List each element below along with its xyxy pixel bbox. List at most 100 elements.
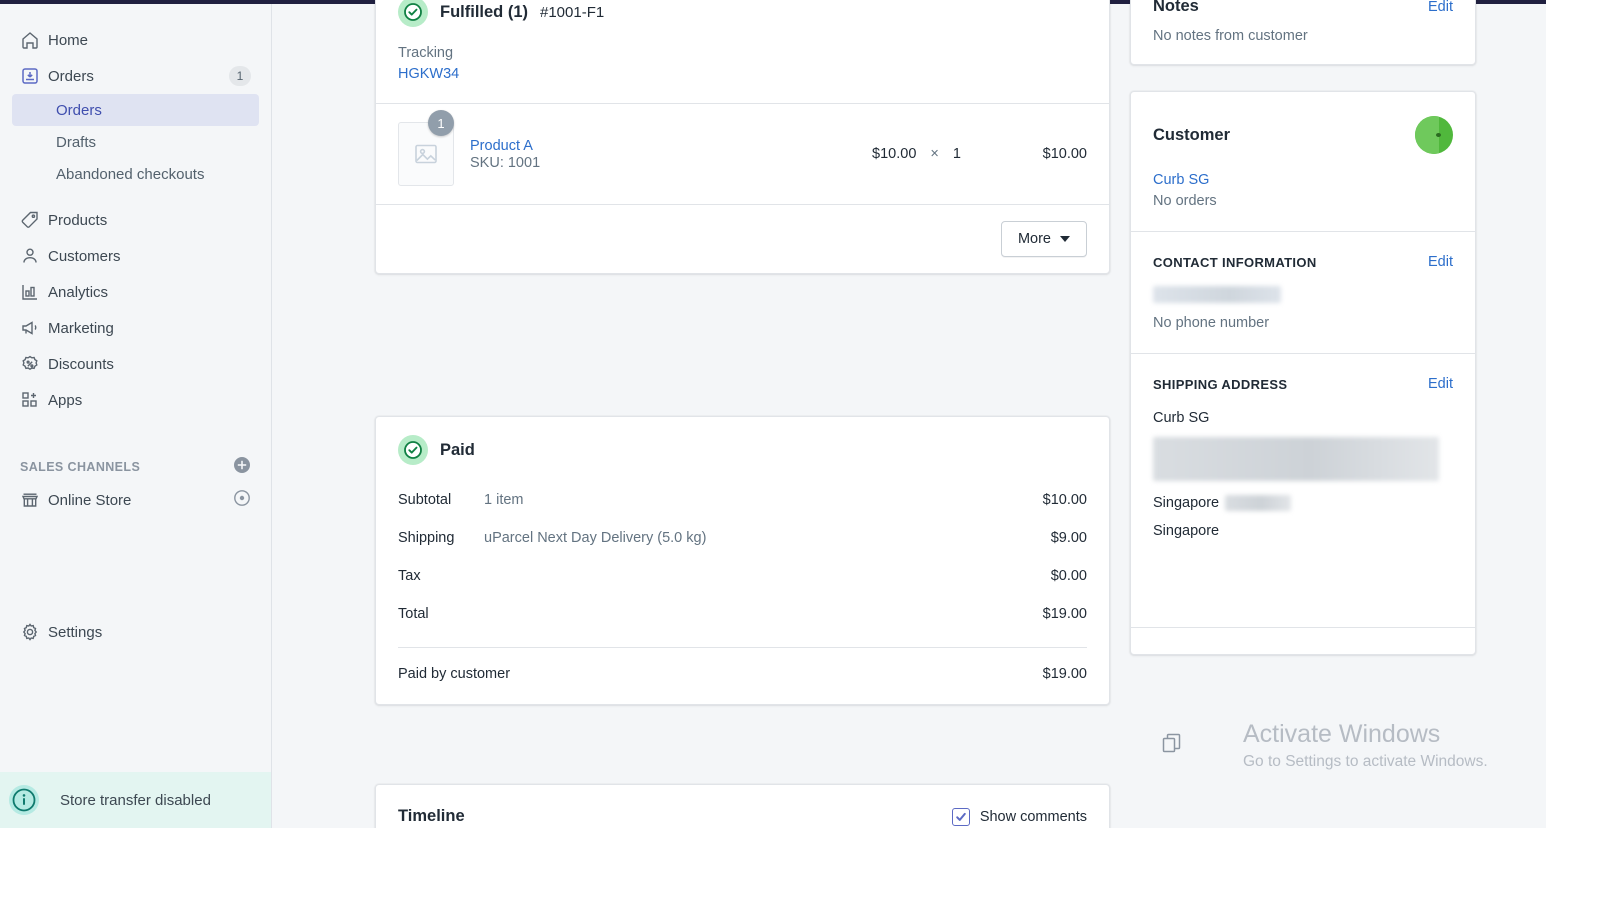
- notes-edit-link[interactable]: Edit: [1428, 0, 1453, 15]
- checkmark-icon: [952, 808, 970, 826]
- totals-value: $10.00: [1043, 492, 1087, 508]
- totals-key: Subtotal: [398, 492, 484, 508]
- shipping-country: Singapore: [1153, 517, 1453, 545]
- subnav-label: Abandoned checkouts: [56, 166, 204, 183]
- home-icon: [20, 29, 48, 51]
- timeline-card: Timeline Show comments: [375, 784, 1110, 828]
- sidebar-item-apps[interactable]: Apps: [12, 382, 259, 418]
- plus-circle-icon[interactable]: [233, 456, 251, 479]
- line-item-info: Product A SKU: 1001: [470, 137, 745, 171]
- sidebar-item-orders-abandoned-checkouts[interactable]: Abandoned checkouts: [12, 158, 259, 190]
- sidebar-item-discounts[interactable]: Discounts: [12, 346, 259, 382]
- notes-title: Notes: [1153, 0, 1428, 16]
- customer-orders-text: No orders: [1153, 193, 1217, 209]
- totals-detail: uParcel Next Day Delivery (5.0 kg): [484, 530, 1051, 546]
- totals-value: $0.00: [1051, 568, 1087, 584]
- subnav-label: Drafts: [56, 134, 96, 151]
- shipping-city-line: Singapore: [1153, 489, 1453, 517]
- totals-value: $19.00: [1043, 606, 1087, 622]
- shipping-edit-link[interactable]: Edit: [1428, 376, 1453, 392]
- totals-value: $9.00: [1051, 530, 1087, 546]
- more-button[interactable]: More: [1001, 221, 1087, 257]
- customer-phone-text: No phone number: [1153, 315, 1269, 331]
- sales-channels-label: SALES CHANNELS: [20, 460, 233, 474]
- sidebar-item-analytics[interactable]: Analytics: [12, 274, 259, 310]
- sidebar-item-home[interactable]: Home: [12, 22, 259, 58]
- customer-email-redacted: [1153, 286, 1281, 303]
- discounts-percent-icon: [20, 353, 48, 375]
- store-transfer-banner[interactable]: Store transfer disabled: [0, 772, 271, 828]
- sidebar-item-settings[interactable]: Settings: [12, 614, 259, 650]
- paid-by-label: Paid by customer: [398, 666, 1043, 682]
- payment-card: Paid Subtotal 1 item $10.00 Shipping uPa…: [375, 416, 1110, 705]
- payment-title: Paid: [440, 441, 475, 460]
- sidebar-item-marketing[interactable]: Marketing: [12, 310, 259, 346]
- shipping-address-heading: SHIPPING ADDRESS: [1153, 377, 1428, 392]
- multiply-symbol: ×: [930, 146, 938, 162]
- line-item-quantity: 1: [953, 146, 961, 162]
- info-circle-icon: [8, 784, 40, 816]
- browser-viewport: Home Orders 1 Orders Drafts Abandoned ch…: [0, 0, 1546, 828]
- contact-information-heading: CONTACT INFORMATION: [1153, 255, 1428, 270]
- fulfillment-title: Fulfilled (1): [440, 3, 528, 22]
- totals-row: Subtotal 1 item $10.00: [398, 481, 1087, 519]
- sidebar-item-label: Home: [48, 32, 251, 49]
- sidebar-item-label: Analytics: [48, 284, 251, 301]
- more-button-label: More: [1018, 231, 1051, 247]
- sidebar-item-label: Products: [48, 212, 251, 229]
- totals-key: Tax: [398, 568, 484, 584]
- products-tag-icon: [20, 209, 48, 231]
- analytics-bars-icon: [20, 281, 48, 303]
- sidebar-item-orders-orders[interactable]: Orders: [12, 94, 259, 126]
- apps-grid-plus-icon: [20, 389, 48, 411]
- fulfillment-status-row: Fulfilled (1) #1001-F1: [398, 0, 1087, 27]
- product-thumbnail: 1: [398, 122, 454, 186]
- quantity-badge: 1: [428, 110, 454, 136]
- customers-person-icon: [20, 245, 48, 267]
- sidebar-item-label: Online Store: [48, 492, 233, 509]
- line-item-total: $10.00: [977, 146, 1087, 162]
- sidebar-item-online-store[interactable]: Online Store: [12, 482, 259, 518]
- contact-edit-link[interactable]: Edit: [1428, 254, 1453, 270]
- fulfillment-card: Fulfilled (1) #1001-F1 Tracking HGKW34: [375, 0, 1110, 274]
- totals-row: Tax $0.00: [398, 557, 1087, 595]
- show-comments-label: Show comments: [980, 809, 1087, 825]
- customer-card: Customer Curb SG No orders CONTACT INFOR…: [1130, 91, 1476, 655]
- tracking-label: Tracking: [398, 45, 1087, 61]
- sidebar-item-customers[interactable]: Customers: [12, 238, 259, 274]
- customer-name-link[interactable]: Curb SG: [1153, 172, 1453, 188]
- check-circle-icon: [398, 0, 428, 27]
- product-title-link[interactable]: Product A: [470, 138, 533, 154]
- sidebar-item-label: Apps: [48, 392, 251, 409]
- customer-avatar-icon: [1415, 116, 1453, 154]
- customer-title: Customer: [1153, 126, 1415, 145]
- totals-key: Total: [398, 606, 484, 622]
- store-transfer-label: Store transfer disabled: [60, 792, 211, 809]
- sidebar-item-orders[interactable]: Orders 1: [12, 58, 259, 94]
- shipping-street-redacted: [1153, 437, 1439, 481]
- sidebar-item-label: Marketing: [48, 320, 251, 337]
- sidebar-item-orders-drafts[interactable]: Drafts: [12, 126, 259, 158]
- paid-by-customer-row: Paid by customer $19.00: [376, 648, 1109, 704]
- sidebar-item-products[interactable]: Products: [12, 202, 259, 238]
- orders-icon: [20, 65, 48, 87]
- show-comments-toggle[interactable]: Show comments: [952, 808, 1087, 826]
- main-sidebar: Home Orders 1 Orders Drafts Abandoned ch…: [0, 4, 272, 828]
- chevron-down-icon: [1060, 236, 1070, 242]
- eye-icon[interactable]: [233, 489, 251, 512]
- totals-row: Shipping uParcel Next Day Delivery (5.0 …: [398, 519, 1087, 557]
- product-sku: SKU: 1001: [470, 155, 745, 171]
- timeline-title: Timeline: [398, 807, 952, 826]
- totals-detail: 1 item: [484, 492, 1043, 508]
- order-detail-main: Fulfilled (1) #1001-F1 Tracking HGKW34: [272, 4, 1546, 828]
- paid-by-value: $19.00: [1043, 666, 1087, 682]
- marketing-megaphone-icon: [20, 317, 48, 339]
- sales-channels-heading: SALES CHANNELS: [12, 452, 259, 482]
- sidebar-item-label: Discounts: [48, 356, 251, 373]
- unit-price: $10.00: [872, 146, 916, 162]
- notes-card: Notes Edit No notes from customer: [1130, 0, 1476, 65]
- sidebar-item-label: Settings: [48, 624, 251, 641]
- totals-key: Shipping: [398, 530, 484, 546]
- shipping-postal-redacted: [1225, 495, 1291, 511]
- tracking-number-link[interactable]: HGKW34: [398, 66, 459, 82]
